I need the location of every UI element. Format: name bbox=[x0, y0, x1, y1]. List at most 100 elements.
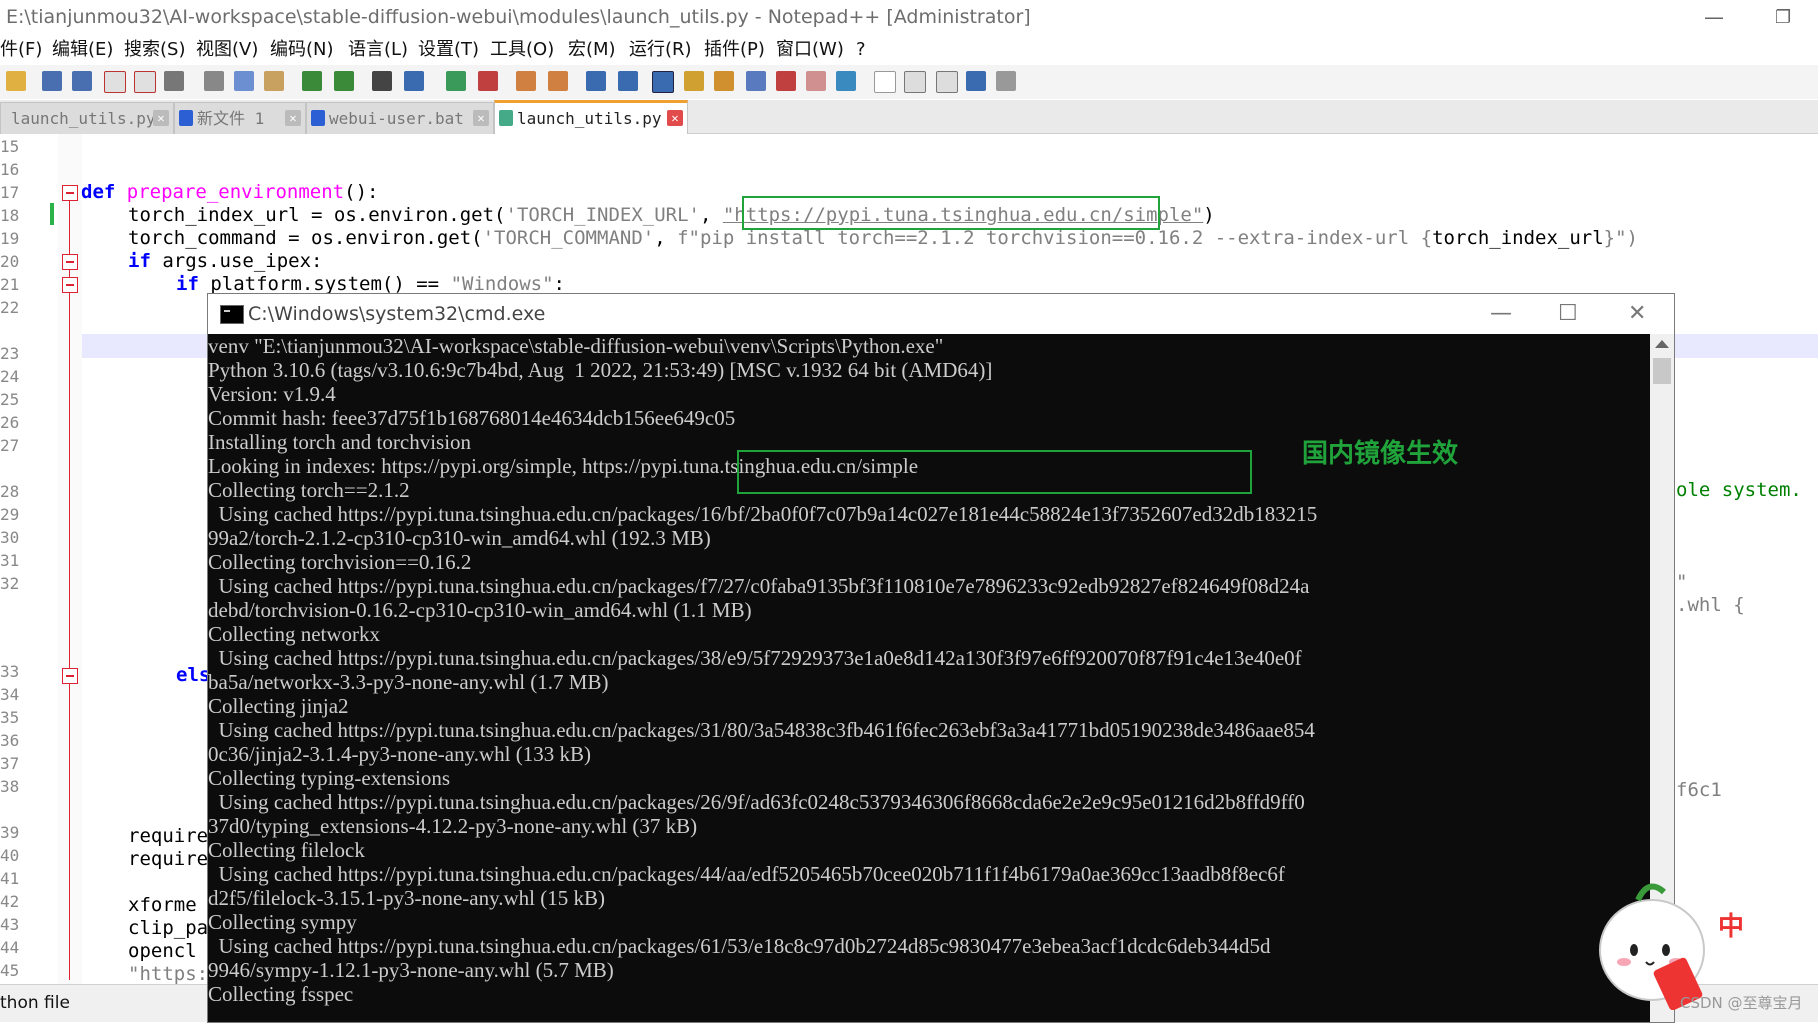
line-number: 43 bbox=[0, 915, 20, 934]
monitoring-icon[interactable] bbox=[806, 71, 826, 91]
scroll-up-icon[interactable] bbox=[1655, 340, 1669, 348]
redo-icon[interactable] bbox=[334, 71, 354, 91]
show-all-chars-icon[interactable] bbox=[618, 71, 638, 91]
console-line: Installing torch and torchvision bbox=[208, 430, 472, 454]
fold-line bbox=[69, 200, 70, 980]
tab-label: launch_utils.py bbox=[517, 109, 662, 128]
cmd-minimize-button[interactable]: — bbox=[1490, 294, 1512, 334]
line-number: 31 bbox=[0, 551, 20, 570]
cut-icon[interactable] bbox=[204, 71, 224, 91]
menu-encoding[interactable]: 编码(N) bbox=[270, 35, 334, 65]
close-tab-icon[interactable]: ✕ bbox=[153, 110, 169, 126]
doc-map-icon[interactable] bbox=[714, 71, 734, 91]
console-line: venv "E:\tianjunmou32\AI-workspace\stabl… bbox=[208, 334, 944, 358]
console-line: d2f5/filelock-3.15.1-py3-none-any.whl (1… bbox=[208, 886, 605, 910]
menu-plugins[interactable]: 插件(P) bbox=[704, 35, 765, 65]
fold-toggle-icon[interactable] bbox=[62, 185, 78, 201]
menu-language[interactable]: 语言(L) bbox=[348, 35, 408, 65]
console-line: Using cached https://pypi.tuna.tsinghua.… bbox=[208, 790, 1305, 814]
cmd-close-button[interactable]: ✕ bbox=[1628, 294, 1646, 334]
menu-run[interactable]: 运行(R) bbox=[629, 35, 692, 65]
close-tab-icon[interactable]: ✕ bbox=[473, 110, 489, 126]
menu-macro[interactable]: 宏(M) bbox=[568, 35, 616, 65]
zoom-out-icon[interactable] bbox=[478, 71, 498, 91]
console-line: ba5a/networkx-3.3-py3-none-any.whl (1.7 … bbox=[208, 670, 609, 694]
run-macro-multiple-icon[interactable] bbox=[966, 71, 986, 91]
scroll-thumb[interactable] bbox=[1653, 358, 1671, 384]
undo-icon[interactable] bbox=[302, 71, 322, 91]
indent-guide-icon[interactable] bbox=[652, 71, 674, 93]
sync-horizontal-icon[interactable] bbox=[548, 71, 568, 91]
eye-icon[interactable] bbox=[836, 71, 856, 91]
menu-view[interactable]: 视图(V) bbox=[196, 35, 258, 65]
window-title: E:\tianjunmou32\AI-workspace\stable-diff… bbox=[6, 6, 1031, 28]
keyword: if bbox=[128, 250, 151, 272]
fold-toggle-icon[interactable] bbox=[62, 277, 78, 293]
find-icon[interactable] bbox=[372, 71, 392, 91]
menu-file[interactable]: 件(F) bbox=[0, 35, 42, 65]
menu-window[interactable]: 窗口(W) bbox=[776, 35, 844, 65]
zoom-in-icon[interactable] bbox=[446, 71, 466, 91]
line-number: 20 bbox=[0, 252, 20, 271]
console-line: Commit hash: feee37d75f1b168768014e4634d… bbox=[208, 406, 736, 430]
save-all-icon[interactable] bbox=[72, 71, 92, 91]
cmd-maximize-button[interactable]: ☐ bbox=[1558, 294, 1578, 334]
mirror-effective-annotation: 国内镜像生效 bbox=[1302, 439, 1459, 469]
tab-launch-utils-active[interactable]: launch_utils.py ✕ bbox=[494, 100, 688, 137]
mascot-character: 中 bbox=[1718, 912, 1745, 942]
code-text: platform.system() == bbox=[198, 273, 451, 295]
code-right-fragment: " bbox=[1676, 571, 1688, 593]
udl-icon[interactable] bbox=[684, 71, 704, 91]
print-icon[interactable] bbox=[164, 71, 184, 91]
tab-launch-utils-1[interactable]: launch_utils.py ✕ bbox=[0, 102, 174, 134]
console-line: Using cached https://pypi.tuna.tsinghua.… bbox=[208, 934, 1271, 958]
string-literal: 'TORCH_INDEX_URL' bbox=[505, 204, 700, 226]
line-number: 44 bbox=[0, 938, 20, 957]
new-file-icon[interactable] bbox=[6, 71, 26, 91]
fold-toggle-icon[interactable] bbox=[62, 668, 78, 684]
string-literal: f"pip install torch==2.1.2 torchvision==… bbox=[677, 227, 1433, 249]
menu-help[interactable]: ? bbox=[856, 35, 866, 65]
replace-icon[interactable] bbox=[404, 71, 424, 91]
string-literal: 'TORCH_COMMAND' bbox=[482, 227, 655, 249]
folder-workspace-icon[interactable] bbox=[776, 71, 796, 91]
line-number: 19 bbox=[0, 229, 20, 248]
paste-icon[interactable] bbox=[264, 71, 284, 91]
function-list-icon[interactable] bbox=[746, 71, 766, 91]
console-line: Using cached https://pypi.tuna.tsinghua.… bbox=[208, 502, 1318, 526]
restore-button[interactable]: ❐ bbox=[1775, 0, 1791, 35]
fold-toggle-icon[interactable] bbox=[62, 254, 78, 270]
word-wrap-icon[interactable] bbox=[586, 71, 606, 91]
console-line: Using cached https://pypi.tuna.tsinghua.… bbox=[208, 718, 1315, 742]
toolbar bbox=[0, 65, 1818, 99]
stop-macro-icon[interactable] bbox=[904, 71, 926, 93]
console-line: Collecting sympy bbox=[208, 910, 357, 934]
record-macro-icon[interactable] bbox=[874, 71, 896, 93]
tab-webui-user[interactable]: webui-user.bat ✕ bbox=[306, 102, 494, 134]
close-tab-icon[interactable]: ✕ bbox=[667, 110, 683, 126]
save-macro-icon[interactable] bbox=[996, 71, 1016, 91]
save-icon[interactable] bbox=[42, 71, 62, 91]
console-line: 9946/sympy-1.12.1-py3-none-any.whl (5.7 … bbox=[208, 958, 614, 982]
code-require-fragment: require bbox=[128, 825, 209, 847]
line-number: 16 bbox=[0, 160, 20, 179]
play-macro-icon[interactable] bbox=[936, 71, 958, 93]
cmd-titlebar[interactable]: C:\Windows\system32\cmd.exe — ☐ ✕ bbox=[208, 294, 1674, 334]
code-text: , bbox=[654, 227, 678, 249]
close-all-icon[interactable] bbox=[134, 71, 156, 93]
menu-search[interactable]: 搜索(S) bbox=[124, 35, 185, 65]
close-file-icon[interactable] bbox=[104, 71, 126, 93]
cmd-window[interactable]: C:\Windows\system32\cmd.exe — ☐ ✕ venv "… bbox=[207, 293, 1675, 1023]
menu-edit[interactable]: 编辑(E) bbox=[52, 35, 113, 65]
menu-tools[interactable]: 工具(O) bbox=[490, 35, 554, 65]
tab-new-file-1[interactable]: 新文件 1 ✕ bbox=[174, 102, 306, 134]
copy-icon[interactable] bbox=[234, 71, 254, 91]
menu-bar: 件(F) 编辑(E) 搜索(S) 视图(V) 编码(N) 语言(L) 设置(T)… bbox=[0, 35, 1818, 65]
close-tab-icon[interactable]: ✕ bbox=[285, 110, 301, 126]
console-url-highlight-box bbox=[737, 450, 1252, 494]
line-number: 21 bbox=[0, 275, 20, 294]
window-titlebar: E:\tianjunmou32\AI-workspace\stable-diff… bbox=[0, 0, 1818, 35]
minimize-button[interactable]: — bbox=[1704, 0, 1724, 35]
sync-vertical-icon[interactable] bbox=[516, 71, 536, 91]
menu-settings[interactable]: 设置(T) bbox=[418, 35, 479, 65]
